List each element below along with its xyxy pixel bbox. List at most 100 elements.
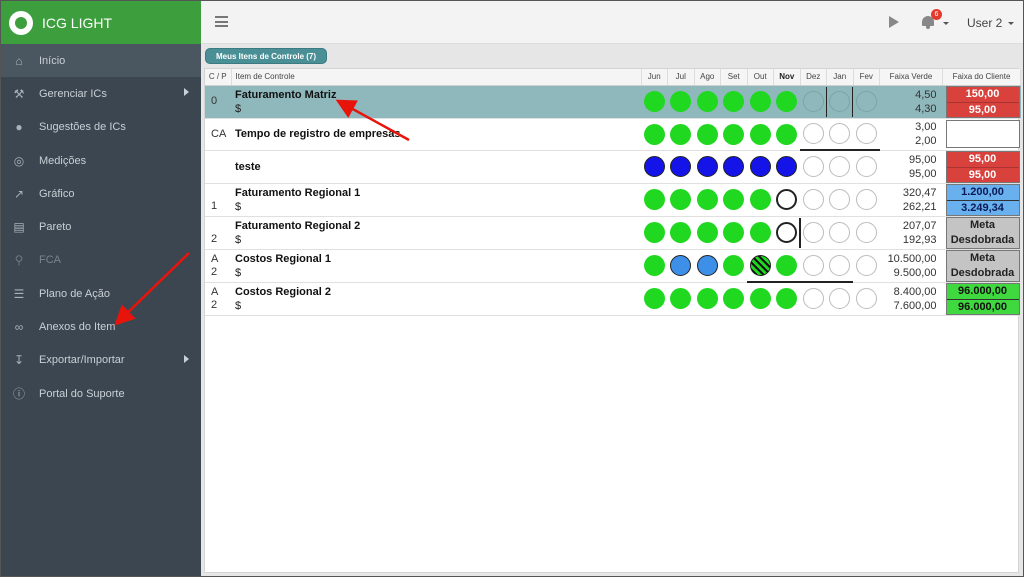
header-month: Ago: [694, 69, 721, 86]
status-dot[interactable]: [802, 91, 824, 112]
status-dot[interactable]: [749, 288, 771, 310]
status-dot[interactable]: [643, 156, 665, 177]
status-dot[interactable]: [855, 288, 877, 309]
item-name: Faturamento Regional 1: [235, 186, 361, 199]
status-dot[interactable]: [643, 91, 665, 112]
status-dot[interactable]: [776, 156, 798, 177]
status-dot[interactable]: [670, 91, 692, 112]
item-cell[interactable]: Faturamento Regional 1 $: [231, 183, 641, 217]
status-dot[interactable]: [802, 189, 824, 210]
cp-cell: A2: [205, 282, 231, 316]
status-dot[interactable]: [670, 255, 692, 276]
item-cell[interactable]: Faturamento Matriz $: [231, 85, 641, 119]
status-dot[interactable]: [855, 189, 877, 210]
status-dot[interactable]: [776, 288, 798, 310]
status-dot[interactable]: [855, 91, 877, 112]
status-dot[interactable]: [829, 156, 851, 178]
status-dot[interactable]: [643, 123, 665, 145]
status-dot[interactable]: [723, 255, 745, 276]
status-dot[interactable]: [723, 156, 745, 177]
status-dot[interactable]: [643, 189, 665, 210]
sidebar-item-gerenciar-ics[interactable]: ⚒ Gerenciar ICs: [1, 77, 201, 110]
sidebar-item-exportar-importar[interactable]: ↧ Exportar/Importar: [1, 344, 201, 377]
sidebar-item-plano-de-acao[interactable]: ☰ Plano de Ação: [1, 277, 201, 310]
month-cell: [747, 85, 774, 119]
user-menu[interactable]: User 2: [967, 16, 1014, 30]
item-cell[interactable]: Costos Regional 1 $: [231, 249, 641, 283]
status-dot[interactable]: [643, 288, 665, 309]
status-dot[interactable]: [776, 91, 798, 112]
status-dot[interactable]: [829, 222, 851, 243]
status-dot[interactable]: [670, 288, 692, 309]
status-dot[interactable]: [696, 91, 718, 112]
sidebar-item-grafico[interactable]: ↗ Gráfico: [1, 177, 201, 210]
status-dot[interactable]: [802, 222, 824, 243]
status-dot[interactable]: [829, 123, 851, 145]
status-dot[interactable]: [802, 254, 824, 276]
item-cell[interactable]: Faturamento Regional 2 $: [231, 216, 641, 250]
status-dot[interactable]: [749, 254, 771, 276]
status-dot[interactable]: [723, 189, 745, 210]
menu-toggle-icon[interactable]: [215, 16, 228, 27]
status-dot[interactable]: [855, 222, 877, 243]
status-dot[interactable]: [696, 189, 718, 210]
chevron-down-icon[interactable]: [943, 22, 949, 25]
status-dot[interactable]: [855, 123, 877, 145]
sidebar-item-portal-suporte[interactable]: ⓘ Portal do Suporte: [1, 377, 201, 410]
status-dot[interactable]: [670, 222, 692, 243]
lightbulb-icon: ●: [15, 120, 23, 135]
table-row[interactable]: 0 Faturamento Matriz $ 4,50 4,30 150,00 95,…: [205, 85, 1021, 119]
status-dot[interactable]: [776, 189, 798, 210]
status-dot[interactable]: [749, 222, 771, 243]
table-row[interactable]: A2 Costos Regional 1 $ 10.500,00 9.500,00 …: [205, 249, 1021, 283]
status-dot[interactable]: [723, 91, 745, 112]
table-row[interactable]: 1 Faturamento Regional 1 $ 320,47 262,21 1…: [205, 183, 1021, 217]
status-dot[interactable]: [696, 255, 718, 276]
status-dot[interactable]: [776, 123, 798, 145]
status-dot[interactable]: [696, 156, 718, 177]
item-cell[interactable]: teste: [231, 150, 641, 184]
status-dot[interactable]: [829, 189, 851, 210]
status-dot[interactable]: [643, 222, 665, 243]
status-dot[interactable]: [643, 255, 665, 276]
status-dot[interactable]: [749, 156, 771, 177]
item-cell[interactable]: Costos Regional 2 $: [231, 282, 641, 316]
sidebar-item-sugestoes[interactable]: ● Sugestões de ICs: [1, 111, 201, 144]
sidebar-item-inicio[interactable]: ⌂ Início: [1, 44, 201, 78]
status-dot[interactable]: [776, 222, 798, 243]
status-dot[interactable]: [723, 222, 745, 243]
tab-meus-itens[interactable]: Meus Itens de Controle (7): [205, 48, 328, 64]
status-dot[interactable]: [802, 288, 824, 310]
status-dot[interactable]: [696, 222, 718, 243]
status-dot[interactable]: [749, 189, 771, 210]
status-dot[interactable]: [723, 123, 745, 145]
status-dot[interactable]: [670, 156, 692, 177]
status-dot[interactable]: [670, 123, 692, 145]
table-row[interactable]: CA Tempo de registro de empresas 3,00 2,0…: [205, 118, 1021, 151]
status-dot[interactable]: [696, 123, 718, 145]
status-dot[interactable]: [855, 156, 877, 178]
table-row[interactable]: A2 Costos Regional 2 $ 8.400,00 7.600,00 9…: [205, 281, 1021, 316]
status-dot[interactable]: [776, 254, 798, 276]
status-dot[interactable]: [696, 288, 718, 309]
status-dot[interactable]: [855, 255, 877, 276]
status-dot[interactable]: [829, 288, 851, 310]
status-dot[interactable]: [802, 123, 824, 145]
status-dot[interactable]: [723, 288, 745, 309]
sidebar-item-pareto[interactable]: ▤ Pareto: [1, 210, 201, 243]
status-dot[interactable]: [670, 189, 692, 210]
status-dot[interactable]: [749, 123, 771, 145]
status-dot[interactable]: [829, 91, 851, 112]
play-icon[interactable]: [889, 16, 899, 28]
status-dot[interactable]: [749, 91, 771, 112]
table-row[interactable]: teste 95,00 95,00 95,00 95,00: [205, 149, 1021, 184]
brand-header[interactable]: ICG LIGHT: [1, 1, 201, 44]
header-month: Set: [720, 69, 748, 86]
table-row[interactable]: 2 Faturamento Regional 2 $ 207,07 192,93 M…: [205, 216, 1021, 250]
item-cell[interactable]: Tempo de registro de empresas: [231, 118, 641, 151]
status-dot[interactable]: [802, 156, 824, 178]
bell-icon[interactable]: 6: [921, 9, 942, 30]
sidebar-item-medicoes[interactable]: ◎ Medições: [1, 144, 201, 177]
status-dot[interactable]: [829, 254, 851, 276]
sidebar-item-anexos[interactable]: ∞ Anexos do Item: [1, 310, 201, 343]
